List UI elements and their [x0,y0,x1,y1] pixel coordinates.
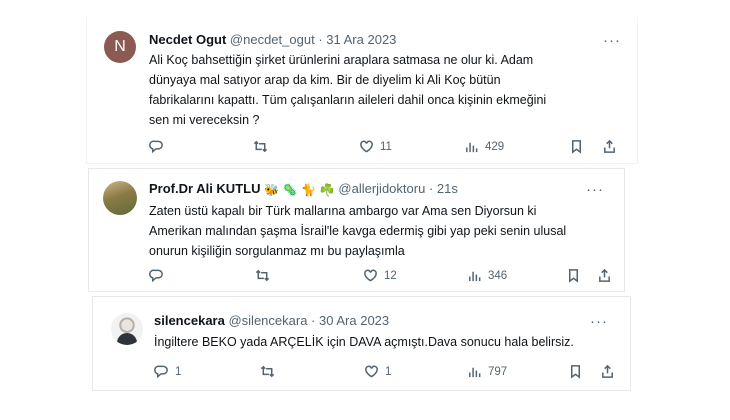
tweet-card[interactable]: silencekara @silencekara · 30 Ara 2023 ·… [92,296,631,391]
tweet-text-line: sen mi vereceksin ? [149,113,260,127]
separator-dot: · [318,32,323,47]
views-button[interactable]: 346 [467,268,507,283]
views-button[interactable]: 429 [464,139,504,154]
reply-button[interactable]: 1 [154,364,181,379]
views-count: 797 [488,365,508,378]
tweet-text-line: İngiltere BEKO yada ARÇELİK için DAVA aç… [154,335,574,349]
tweet-actions: 1 1 797 [154,364,624,382]
retweet-button[interactable] [255,268,276,283]
like-count: 1 [385,365,392,378]
cat-emoji: 🐈 [301,183,317,197]
tweet-actions: 12 346 [149,268,619,286]
avatar[interactable] [103,181,137,215]
shamrock-emoji: ☘️ [319,183,335,197]
bookmark-icon [572,140,581,154]
avatar-figure [117,333,137,345]
avatar-letter: N [114,38,126,55]
tweet-card[interactable]: N Necdet Ogut @necdet_ogut · 31 Ara 2023… [86,17,638,164]
separator-dot: · [311,313,316,328]
separator-dot: · [428,181,434,196]
views-icon [469,367,481,378]
reply-button[interactable] [149,268,170,283]
tweet-text: Zaten üstü kapalı bir Türk mallarına amb… [149,201,619,261]
retweet-button[interactable] [260,364,281,379]
author-handle[interactable]: @necdet_ogut [230,32,315,47]
tweet-text-line: fabrikalarını kapattı. Tüm çalışanların … [149,93,547,107]
retweet-icon [255,269,270,282]
like-button[interactable]: 11 [359,139,392,154]
timestamp[interactable]: 21s [437,181,458,196]
like-button[interactable]: 1 [364,364,391,379]
more-options-button[interactable]: ··· [603,33,621,48]
share-button[interactable] [600,364,615,379]
views-button[interactable]: 797 [467,364,507,379]
tweet-text-line: dünyaya mal satıyor arap da kim. Bir de … [149,73,501,87]
tweet-text-line: Amerikan malından şaşma İsrail'le kavga … [149,224,567,238]
bookmark-icon [569,269,578,283]
like-button[interactable]: 12 [363,268,397,283]
bookmark-icon [571,365,580,379]
tweet-card[interactable]: Prof.Dr Ali KUTLU 🐝 🦠 🐈 ☘️ @allerjidokto… [88,168,625,292]
views-icon [469,271,481,282]
microbe-emoji: 🦠 [282,183,298,197]
like-icon [365,365,378,378]
reply-count: 1 [175,365,182,378]
bee-emoji: 🐝 [264,183,280,197]
tweet-text: Ali Koç bahsettiğin şirket ürünlerini ar… [149,50,629,130]
like-count: 11 [380,140,392,153]
author-handle[interactable]: @allerjidoktoru [338,181,425,196]
like-icon [364,269,377,282]
avatar[interactable] [111,313,143,345]
reply-icon [149,140,163,154]
tweet-text: İngiltere BEKO yada ARÇELİK için DAVA aç… [154,332,624,352]
share-icon [599,268,610,282]
like-count: 12 [384,269,397,282]
share-button[interactable] [597,268,612,283]
views-icon [466,142,478,153]
timestamp[interactable]: 31 Ara 2023 [326,32,396,47]
views-count: 429 [485,140,505,153]
views-count: 346 [488,269,508,282]
share-icon [604,139,615,153]
bookmark-button[interactable] [566,268,581,283]
more-options-button[interactable]: ··· [586,182,604,197]
avatar[interactable]: N [104,31,136,63]
bookmark-button[interactable] [569,139,584,154]
reply-icon [149,269,163,283]
author-name[interactable]: Prof.Dr Ali KUTLU [149,181,260,196]
retweet-icon [260,365,275,378]
share-icon [602,364,613,378]
bookmark-button[interactable] [568,364,583,379]
author-name[interactable]: silencekara [154,313,225,328]
tweet-actions: 11 429 [149,139,629,157]
retweet-icon [253,140,268,153]
share-button[interactable] [602,139,617,154]
timestamp[interactable]: 30 Ara 2023 [319,313,389,328]
reply-icon [154,365,168,379]
retweet-button[interactable] [253,139,274,154]
tweet-text-line: Ali Koç bahsettiğin şirket ürünlerini ar… [149,53,534,67]
like-icon [360,140,373,153]
reply-button[interactable] [149,139,170,154]
author-name[interactable]: Necdet Ogut [149,32,226,47]
tweet-text-line: Zaten üstü kapalı bir Türk mallarına amb… [149,204,537,218]
more-options-button[interactable]: ··· [590,314,608,329]
tweet-text-line: onurun kişiliğin sorgulanmaz mı bu payla… [149,244,405,258]
author-handle[interactable]: @silencekara [228,313,307,328]
